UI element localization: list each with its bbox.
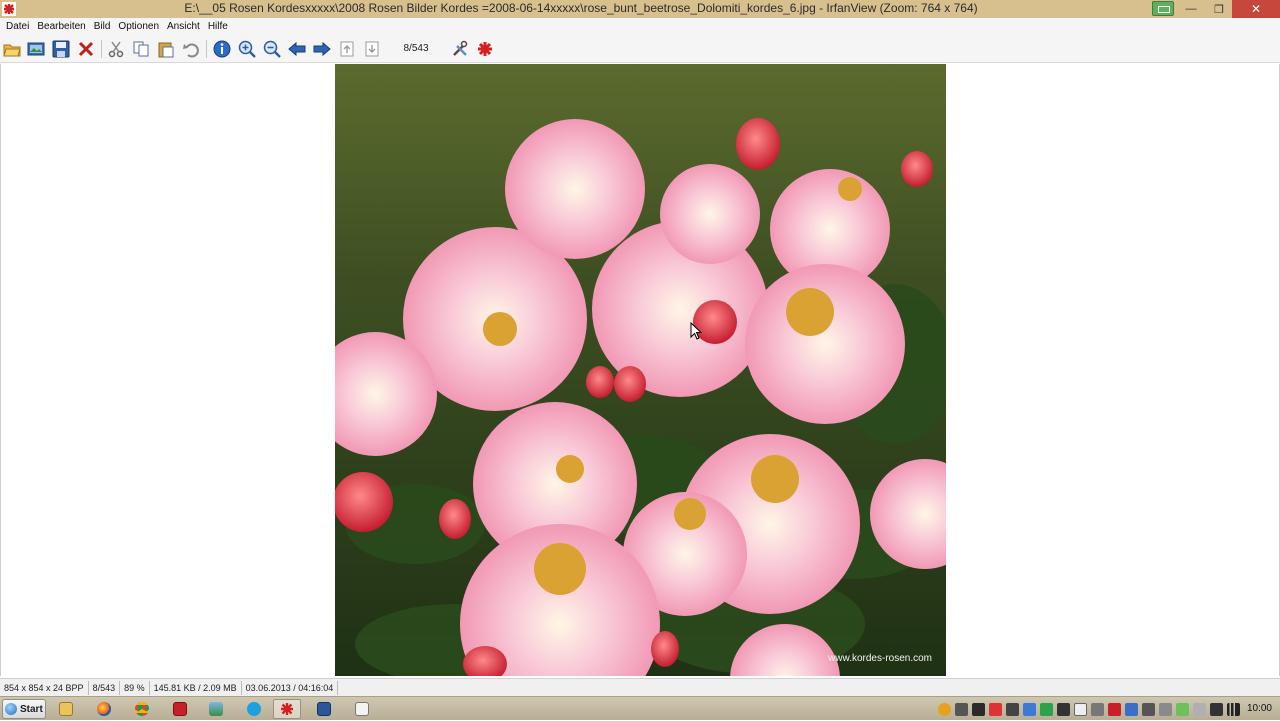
status-bar: 854 x 854 x 24 BPP 8/543 89 % 145.81 KB … [0, 678, 1280, 696]
zoom-in-icon[interactable] [237, 39, 257, 59]
tray-keyboard-icon[interactable] [1142, 702, 1155, 716]
settings-icon[interactable] [450, 39, 470, 59]
notepad-icon [355, 702, 369, 716]
menu-optionen[interactable]: Optionen [114, 18, 163, 35]
tray-network-icon[interactable] [1227, 702, 1240, 716]
image-viewer[interactable]: www.kordes-rosen.com [0, 64, 1280, 676]
taskbar-chrome[interactable] [128, 699, 156, 719]
chrome-icon [135, 702, 149, 716]
photo-watermark: www.kordes-rosen.com [828, 653, 932, 664]
menu-hilfe[interactable]: Hilfe [204, 18, 232, 35]
tray-blue-icon[interactable] [1023, 702, 1036, 716]
system-tray [938, 697, 1240, 721]
cut-icon[interactable] [106, 39, 126, 59]
tray-window-icon[interactable] [1125, 702, 1138, 716]
next-icon[interactable] [312, 39, 332, 59]
tray-volume-icon[interactable] [1057, 702, 1070, 716]
extra-window-button[interactable] [1152, 1, 1174, 16]
picture-icon [209, 702, 223, 716]
menu-ansicht[interactable]: Ansicht [163, 18, 204, 35]
status-datetime: 03.06.2013 / 04:16:04 [242, 680, 339, 695]
status-dimensions: 854 x 854 x 24 BPP [0, 680, 89, 695]
rose-photo-illustration [335, 64, 946, 676]
delete-icon[interactable] [76, 39, 96, 59]
tray-leaf-icon[interactable] [1176, 702, 1189, 716]
irfanview-task-icon [281, 703, 293, 715]
status-zoom: 89 % [120, 680, 150, 695]
tray-red-icon[interactable] [989, 702, 1002, 716]
taskbar-word[interactable] [310, 699, 338, 719]
irfanview-icon[interactable] [475, 39, 495, 59]
tray-shield-icon[interactable] [1108, 702, 1121, 716]
slideshow-icon[interactable] [26, 39, 46, 59]
toolbar-separator [206, 40, 207, 58]
info-icon[interactable] [212, 39, 232, 59]
last-page-icon[interactable] [362, 39, 382, 59]
start-button[interactable]: Start [2, 699, 46, 719]
taskbar-skype[interactable] [240, 699, 268, 719]
close-button[interactable]: ✕ [1232, 0, 1280, 18]
restore-button[interactable]: ❐ [1206, 0, 1232, 18]
open-icon[interactable] [2, 39, 22, 59]
save-icon[interactable] [51, 39, 71, 59]
title-bar: E:\__05 Rosen Kordesxxxxx\2008 Rosen Bil… [0, 0, 1280, 18]
tray-battery-icon[interactable] [1091, 702, 1104, 716]
previous-icon[interactable] [287, 39, 307, 59]
menu-bild[interactable]: Bild [90, 18, 115, 35]
taskbar-explorer[interactable] [52, 699, 80, 719]
mouse-cursor-icon [690, 322, 702, 340]
menu-bearbeiten[interactable]: Bearbeiten [33, 18, 89, 35]
tray-pen-icon[interactable] [1006, 702, 1019, 716]
windows-orb-icon [5, 703, 17, 715]
toolbar: 8/543 [0, 35, 1280, 63]
tray-green-icon[interactable] [1040, 702, 1053, 716]
tray-drive-icon[interactable] [1193, 702, 1206, 716]
tray-usb-icon[interactable] [1159, 702, 1172, 716]
shield-icon [173, 702, 187, 716]
firefox-icon [97, 702, 111, 716]
taskbar-notepad[interactable] [348, 699, 376, 719]
tray-monitor-icon[interactable] [955, 702, 968, 716]
first-page-icon[interactable] [337, 39, 357, 59]
window-title: E:\__05 Rosen Kordesxxxxx\2008 Rosen Bil… [184, 1, 978, 15]
taskbar-clock[interactable]: 10:00 [1247, 697, 1272, 721]
menu-datei[interactable]: Datei [2, 18, 33, 35]
folder-icon [59, 702, 73, 716]
tray-flag-icon[interactable] [1210, 702, 1223, 716]
status-index: 8/543 [89, 680, 121, 695]
tray-cloud-icon[interactable] [1074, 702, 1087, 716]
menu-bar: Datei Bearbeiten Bild Optionen Ansicht H… [0, 18, 1280, 35]
minimize-button[interactable]: — [1176, 0, 1206, 18]
taskbar: Start 10:00 [0, 696, 1280, 720]
word-icon [317, 702, 331, 716]
tray-tools-icon[interactable] [972, 702, 985, 716]
toolbar-separator [101, 40, 102, 58]
page-counter: 8/543 [403, 43, 429, 54]
copy-icon[interactable] [131, 39, 151, 59]
taskbar-shield-app[interactable] [166, 699, 194, 719]
start-label: Start [20, 703, 43, 715]
undo-icon[interactable] [181, 39, 201, 59]
paste-icon[interactable] [156, 39, 176, 59]
taskbar-irfanview[interactable] [273, 699, 301, 719]
status-filesize: 145.81 KB / 2.09 MB [150, 680, 242, 695]
zoom-out-icon[interactable] [262, 39, 282, 59]
skype-icon [247, 702, 261, 716]
taskbar-picture-app[interactable] [202, 699, 230, 719]
taskbar-firefox[interactable] [90, 699, 118, 719]
tray-app-icon[interactable] [938, 702, 951, 716]
rose-photo[interactable]: www.kordes-rosen.com [335, 64, 946, 676]
